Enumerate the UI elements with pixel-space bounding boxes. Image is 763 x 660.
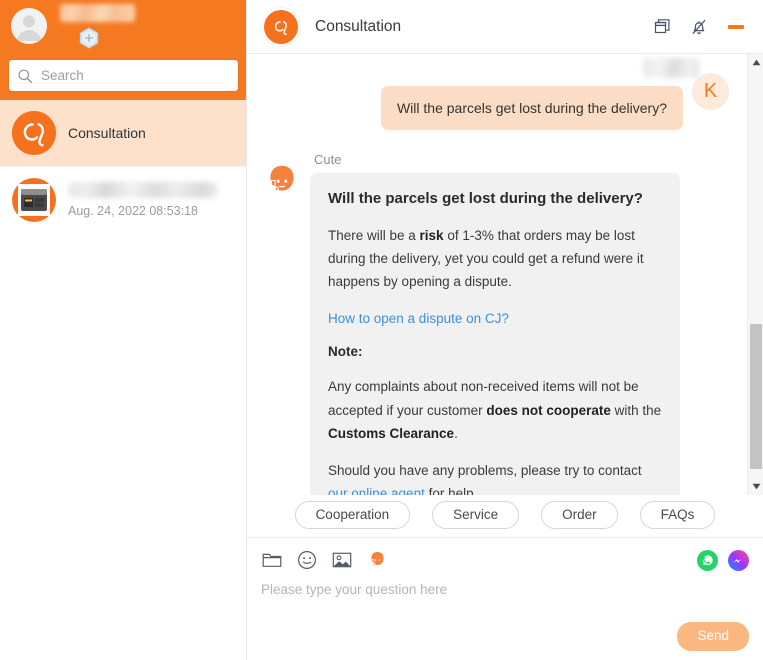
conversation-list: Consultation Aug. 24, 2022 08:53:18 (0, 100, 246, 660)
bot-name: Cute (314, 152, 342, 168)
search-box[interactable] (9, 60, 238, 91)
quick-reply-order[interactable]: Order (541, 500, 618, 530)
send-button[interactable]: Send (677, 622, 749, 651)
conversation-item-order[interactable]: Aug. 24, 2022 08:53:18 (0, 166, 246, 232)
chat-panel: Consultation Will the parcels get lost d… (247, 0, 763, 660)
bell-muted-icon[interactable] (690, 18, 708, 36)
user-name-masked (643, 58, 699, 78)
message-row-bot: Cute Will the parcels get lost during th… (247, 130, 747, 495)
bot-message-paragraph-3: Should you have any problems, please try… (328, 459, 662, 495)
minimize-dash (728, 24, 744, 29)
cj-logo-icon (264, 9, 298, 44)
p3-pre: Should you have any problems, please try… (328, 463, 642, 479)
folder-icon[interactable] (261, 549, 283, 571)
avatar-user: K (692, 73, 729, 110)
restore-window-icon[interactable] (653, 18, 671, 36)
composer-toolbar (261, 548, 749, 572)
message-area: Will the parcels get lost during the del… (247, 54, 763, 495)
message-bubble-bot: Will the parcels get lost during the del… (310, 173, 680, 495)
chat-header: Consultation (247, 0, 763, 54)
sidebar: Consultation (0, 0, 247, 660)
conversation-item-consultation[interactable]: Consultation (0, 100, 246, 166)
search-input[interactable] (41, 68, 230, 83)
user-avatar-icon (11, 8, 47, 44)
support-agent-icon[interactable] (366, 549, 388, 571)
avatar[interactable] (11, 8, 47, 44)
whatsapp-icon[interactable] (697, 549, 718, 571)
quick-reply-bar: Cooperation Service Order FAQs (247, 495, 763, 538)
message-scrollbar[interactable] (747, 54, 763, 495)
p3-post: for help. (424, 486, 478, 495)
conversation-timestamp: Aug. 24, 2022 08:53:18 (68, 203, 198, 218)
online-agent-link[interactable]: our online agent (328, 486, 425, 495)
p2-mid: with the (610, 402, 662, 418)
message-bubble-user: Will the parcels get lost during the del… (380, 86, 683, 131)
bot-message-link-paragraph: How to open a dispute on CJ? (328, 307, 662, 330)
scroll-down-arrow-icon[interactable] (748, 478, 763, 495)
support-agent-icon (262, 162, 302, 202)
smiley-icon[interactable] (296, 549, 318, 571)
sidebar-header (0, 0, 246, 100)
conversation-body: Consultation (68, 125, 236, 141)
messenger-icon[interactable] (728, 549, 749, 571)
scrollbar-thumb[interactable] (750, 324, 762, 469)
bot-message-paragraph-1: There will be a risk of 1-3% that orders… (328, 224, 662, 294)
product-thumbnail-icon (12, 177, 56, 222)
scroll-up-arrow-icon[interactable] (748, 54, 763, 71)
dispute-link[interactable]: How to open a dispute on CJ? (328, 311, 509, 326)
bot-message-column: Cute Will the parcels get lost during th… (310, 152, 747, 495)
bot-message-paragraph-2: Any complaints about non-received items … (328, 375, 662, 445)
bot-message-title: Will the parcels get lost during the del… (328, 190, 643, 208)
conversation-title: Consultation (68, 125, 146, 141)
chat-window: Consultation (0, 0, 763, 660)
message-input[interactable] (261, 582, 749, 628)
p1-pre: There will be a (328, 227, 420, 243)
quick-reply-service[interactable]: Service (432, 500, 520, 530)
page-title: Consultation (315, 17, 402, 35)
image-icon[interactable] (331, 549, 353, 571)
p2-bold2: Customs Clearance (328, 425, 455, 441)
minimize-icon[interactable] (727, 18, 745, 36)
username-masked (60, 4, 135, 22)
p2-post: . (454, 425, 458, 441)
window-controls (653, 18, 745, 36)
message-row-user: Will the parcels get lost during the del… (247, 58, 747, 131)
conversation-title-masked (68, 181, 218, 198)
message-composer: Send (247, 538, 763, 660)
search-icon (17, 68, 33, 84)
conversation-body: Aug. 24, 2022 08:53:18 (68, 181, 236, 218)
p1-bold: risk (419, 227, 444, 243)
quick-reply-faqs[interactable]: FAQs (639, 500, 716, 530)
message-scroll: Will the parcels get lost during the del… (247, 54, 747, 495)
p2-bold1: does not cooperate (486, 402, 611, 418)
hexagon-badge-icon (79, 27, 99, 49)
quick-reply-cooperation[interactable]: Cooperation (294, 500, 411, 530)
cj-logo-icon (12, 111, 56, 155)
note-label: Note: (328, 344, 363, 360)
